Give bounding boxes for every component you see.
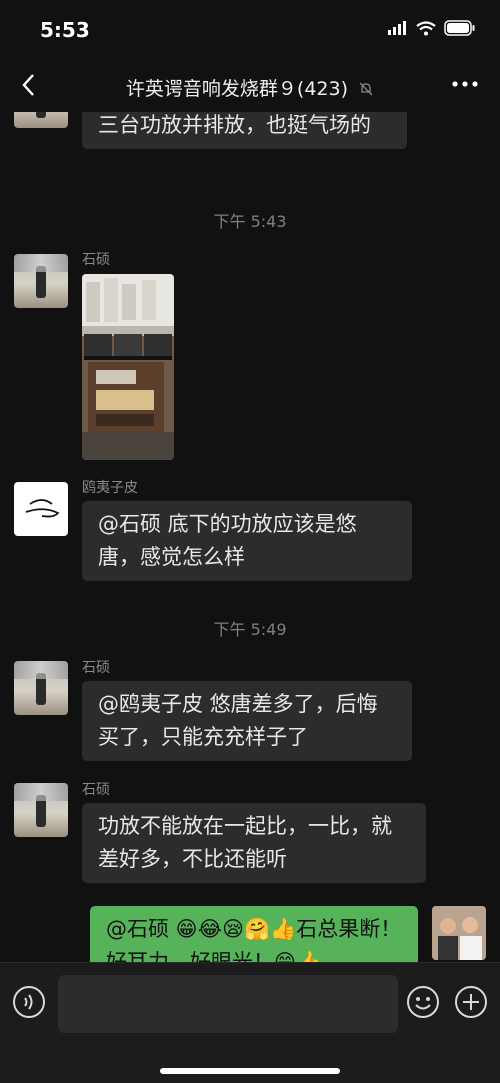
sender-name: 石硕: [82, 660, 110, 676]
message-bubble[interactable]: @鸥夷子皮 悠唐差多了，后悔买了，只能充充样子了: [82, 681, 412, 761]
home-indicator[interactable]: [160, 1068, 340, 1074]
timestamp: 下午 5:43: [213, 212, 287, 231]
mute-bell-icon: [359, 82, 373, 96]
avatar[interactable]: [14, 254, 68, 308]
message-bubble[interactable]: 功放不能放在一起比，一比，就差好多，不比还能听: [82, 803, 426, 883]
my-avatar-image: [432, 906, 486, 960]
voice-icon[interactable]: [12, 985, 46, 1019]
chat-title-wrap: 许英谔音响发烧群９(423): [0, 74, 500, 101]
my-message-bubble[interactable]: @石硕 😁😂😪🤗👍石总果断！好耳力，好眼光！😁👍: [90, 906, 418, 962]
signal-icon: [388, 21, 406, 35]
sender-name: 石硕: [82, 252, 110, 268]
avatar[interactable]: [14, 661, 68, 715]
more-dots-icon[interactable]: [450, 72, 480, 96]
message-photo[interactable]: [82, 274, 174, 460]
wifi-icon: [416, 20, 436, 35]
my-avatar[interactable]: [432, 906, 486, 960]
status-bar: 5:53: [0, 0, 500, 60]
sender-name: 鸥夷子皮: [82, 480, 138, 496]
signature-avatar-image: [25, 499, 60, 518]
plus-icon[interactable]: [454, 985, 488, 1019]
status-time: 5:53: [40, 18, 90, 42]
chat-header: 许英谔音响发烧群９(423): [0, 60, 500, 112]
avatar[interactable]: [14, 482, 68, 536]
audio-rack-image: [82, 274, 174, 460]
input-bar: [0, 962, 500, 1083]
message-bubble[interactable]: 三台功放并排放，也挺气场的: [82, 112, 407, 149]
avatar[interactable]: [14, 112, 68, 128]
message-bubble[interactable]: @石硕 底下的功放应该是悠唐，感觉怎么样: [82, 501, 412, 581]
battery-icon: [444, 20, 475, 36]
chat-title: 许英谔音响发烧群９(423): [125, 78, 349, 100]
sender-name: 石硕: [82, 782, 110, 798]
status-icons: [388, 20, 476, 36]
timestamp: 下午 5:49: [213, 620, 287, 639]
message-input[interactable]: [58, 975, 398, 1033]
avatar[interactable]: [14, 783, 68, 837]
chat-area[interactable]: 三台功放并排放，也挺气场的 下午 5:43 石硕 鸥夷子皮 @石硕 底下的功放应…: [0, 112, 500, 962]
emoji-icon[interactable]: [406, 985, 440, 1019]
